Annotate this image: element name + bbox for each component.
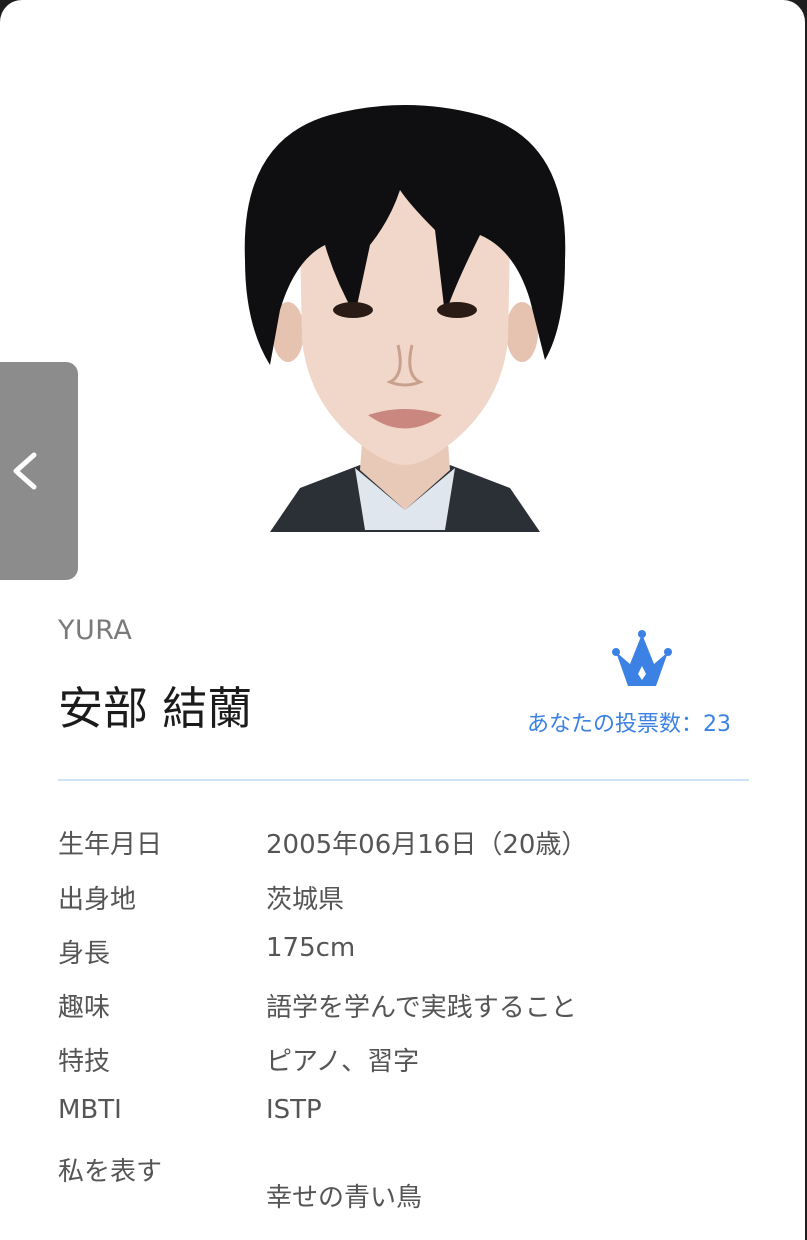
detail-label: 特技 <box>58 1047 111 1077</box>
detail-row-skill: 特技 ピアノ、習字 <box>58 1041 778 1081</box>
detail-label: 生年月日 <box>58 830 163 860</box>
detail-label: 趣味 <box>58 993 111 1023</box>
crown-icon <box>612 630 672 686</box>
detail-value: 175cm <box>266 933 356 963</box>
detail-row-self: 私を表す 幸せの青い鳥 <box>58 1151 778 1213</box>
detail-value: 語学を学んで実践すること <box>266 993 577 1023</box>
detail-row-height: 身長 175cm <box>58 933 778 973</box>
detail-label: MBTI <box>58 1095 122 1125</box>
detail-value: 茨城県 <box>266 885 345 915</box>
name-romaji: YURA <box>58 615 133 646</box>
detail-row-birthday: 生年月日 2005年06月16日（20歳） <box>58 824 778 864</box>
back-button[interactable] <box>0 362 78 580</box>
detail-label: 身長 <box>58 939 111 969</box>
photo-eye-right <box>437 302 477 318</box>
name-kanji: 安部 結蘭 <box>58 682 253 735</box>
vote-count: あなたの投票数：23 <box>527 712 731 737</box>
photo-eye-left <box>333 302 373 318</box>
detail-label: 私を表す <box>58 1157 163 1187</box>
chevron-left-icon <box>13 452 37 490</box>
detail-row-birthplace: 出身地 茨城県 <box>58 879 778 919</box>
detail-value: 2005年06月16日（20歳） <box>266 830 588 860</box>
detail-value: ピアノ、習字 <box>266 1047 420 1077</box>
divider <box>58 779 749 781</box>
detail-value: ISTP <box>266 1095 322 1125</box>
detail-label: 出身地 <box>58 885 137 915</box>
profile-card: YURA 安部 結蘭 あなたの投票数：23 生年月日 2005年06月16日（2… <box>0 0 805 1240</box>
detail-row-mbti: MBTI ISTP <box>58 1095 778 1135</box>
profile-photo <box>244 105 566 532</box>
detail-row-hobby: 趣味 語学を学んで実践すること <box>58 987 778 1027</box>
detail-value: 幸せの青い鳥 <box>266 1183 423 1213</box>
